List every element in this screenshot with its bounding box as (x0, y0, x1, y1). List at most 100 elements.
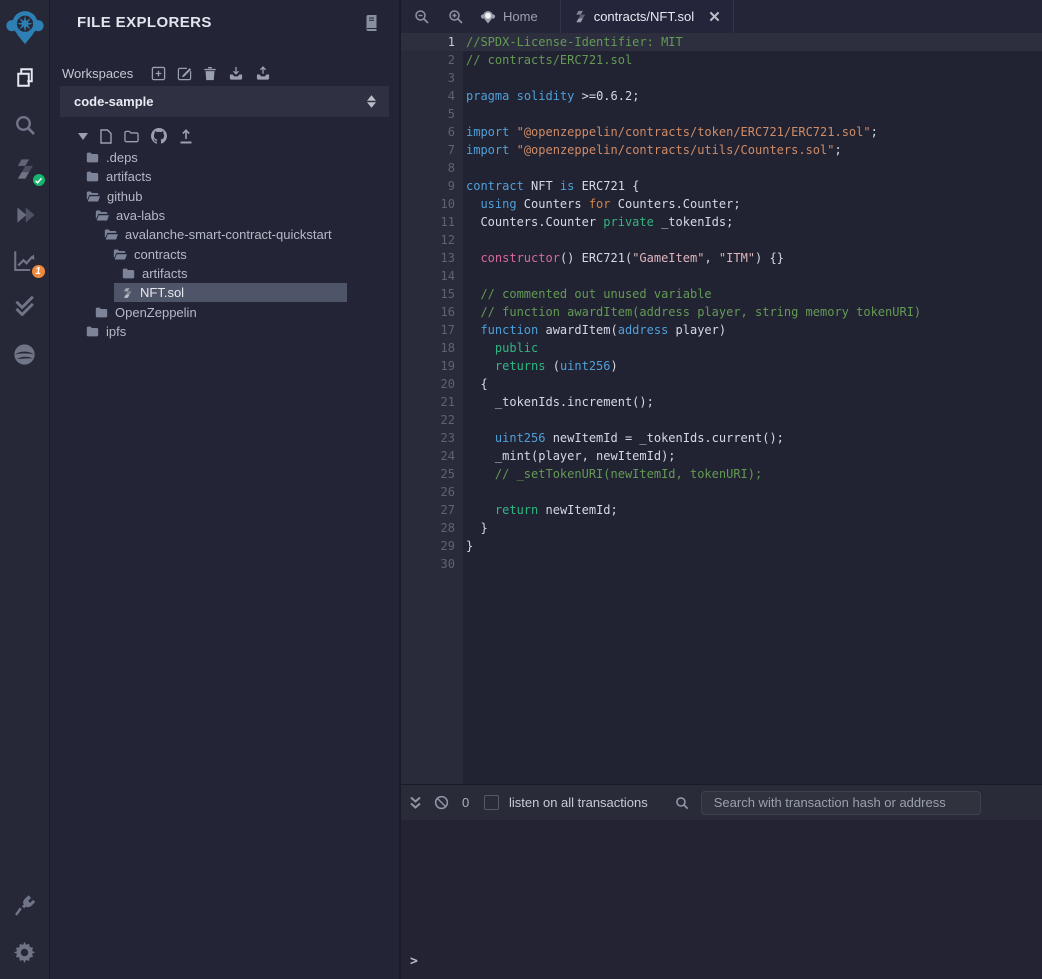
clear-console-button[interactable] (434, 795, 449, 810)
main-area: Home contracts/NFT.sol 1//SPDX-License-I… (401, 0, 1042, 979)
folder-icon (122, 267, 135, 280)
close-tab-icon[interactable] (709, 11, 720, 22)
folder-icon (86, 325, 99, 338)
tree-item-contracts[interactable]: contracts (105, 244, 347, 263)
restore-workspace-button[interactable] (255, 66, 271, 81)
code-line[interactable]: 20 { (401, 375, 1042, 393)
code-line[interactable]: 10 using Counters for Counters.Counter; (401, 195, 1042, 213)
open-folder-icon (86, 190, 100, 203)
code-line[interactable]: 19 returns (uint256) (401, 357, 1042, 375)
tree-item-openzeppelin[interactable]: OpenZeppelin (87, 302, 347, 321)
sidebar-item-plugin-sphere[interactable] (10, 339, 40, 369)
folder-icon (86, 151, 99, 164)
code-line[interactable]: 14 (401, 267, 1042, 285)
delete-workspace-button[interactable] (203, 66, 217, 81)
download-workspace-button[interactable] (228, 66, 244, 81)
code-line[interactable]: 5 (401, 105, 1042, 123)
code-line[interactable]: 24 _mint(player, newItemId); (401, 447, 1042, 465)
tree-item-ava-labs[interactable]: ava-labs (87, 206, 347, 225)
code-line[interactable]: 1//SPDX-License-Identifier: MIT (401, 33, 1042, 51)
code-line[interactable]: 6import "@openzeppelin/contracts/token/E… (401, 123, 1042, 141)
code-line[interactable]: 3 (401, 69, 1042, 87)
code-line[interactable]: 29} (401, 537, 1042, 555)
new-file-button[interactable] (100, 129, 112, 144)
code-line[interactable]: 25 // _setTokenURI(newItemId, tokenURI); (401, 465, 1042, 483)
new-folder-button[interactable] (124, 130, 139, 143)
sidebar-item-solidity-compiler[interactable] (10, 154, 40, 184)
line-number: 3 (401, 69, 455, 87)
line-content: // commented out unused variable (455, 287, 712, 301)
tree-item-label: artifacts (142, 266, 188, 281)
code-line[interactable]: 28 } (401, 519, 1042, 537)
upload-file-button[interactable] (179, 129, 193, 144)
sidebar-item-plugin-manager[interactable] (10, 891, 40, 921)
zoom-in-button[interactable] (448, 9, 464, 25)
tree-item-artifacts[interactable]: artifacts (78, 167, 347, 186)
code-line[interactable]: 23 uint256 newItemId = _tokenIds.current… (401, 429, 1042, 447)
workspaces-label: Workspaces (62, 66, 133, 81)
code-line[interactable]: 9contract NFT is ERC721 { (401, 177, 1042, 195)
remix-ide-window: 1 FILE EXPLORERS Workspaces (0, 0, 1042, 979)
transaction-search-input[interactable] (701, 791, 981, 815)
line-number: 21 (401, 393, 455, 411)
code-line[interactable]: 16 // function awardItem(address player,… (401, 303, 1042, 321)
line-content (455, 107, 466, 121)
code-line[interactable]: 22 (401, 411, 1042, 429)
terminal-output[interactable]: > (401, 820, 1042, 979)
rename-workspace-button[interactable] (177, 66, 192, 81)
tree-item-label: ava-labs (116, 208, 165, 223)
sidebar-item-deploy-run[interactable] (10, 200, 40, 230)
double-chevron-down-icon (409, 796, 422, 810)
github-import-button[interactable] (151, 128, 167, 144)
tree-item-avalanche-smart-contract-quickstart[interactable]: avalanche-smart-contract-quickstart (96, 225, 347, 244)
listen-transactions-checkbox[interactable] (484, 795, 499, 810)
folder-icon (122, 267, 135, 280)
workspaces-row: Workspaces (50, 64, 399, 82)
book-icon[interactable] (364, 15, 379, 36)
code-line[interactable]: 15 // commented out unused variable (401, 285, 1042, 303)
line-content: } (455, 539, 473, 553)
code-editor[interactable]: 1//SPDX-License-Identifier: MIT2// contr… (401, 33, 1042, 784)
sidebar-item-analytics[interactable]: 1 (10, 246, 40, 276)
code-line[interactable]: 8 (401, 159, 1042, 177)
code-line[interactable]: 12 (401, 231, 1042, 249)
code-line[interactable]: 13 constructor() ERC721("GameItem", "ITM… (401, 249, 1042, 267)
tab-contracts-nft-sol[interactable]: contracts/NFT.sol (560, 0, 734, 33)
tree-item--deps[interactable]: .deps (78, 148, 347, 167)
workspace-select[interactable]: code-sample (60, 86, 389, 117)
sidebar-item-settings[interactable] (10, 937, 40, 967)
code-line[interactable]: 26 (401, 483, 1042, 501)
add-workspace-button[interactable] (151, 66, 166, 81)
zoom-out-button[interactable] (414, 9, 430, 25)
tab-home[interactable]: Home (480, 0, 560, 33)
new-file-icon (100, 129, 112, 144)
code-line[interactable]: 17 function awardItem(address player) (401, 321, 1042, 339)
zoom-controls (401, 0, 464, 33)
tree-item-ipfs[interactable]: ipfs (78, 322, 347, 341)
tree-item-label: avalanche-smart-contract-quickstart (125, 227, 332, 242)
double-check-icon (13, 296, 37, 316)
listen-transactions-label: listen on all transactions (509, 795, 648, 810)
sidebar-item-search[interactable] (10, 110, 40, 140)
icon-bar: 1 (0, 0, 50, 979)
expand-terminal-button[interactable] (409, 796, 422, 810)
remix-logo[interactable] (2, 4, 48, 50)
tree-item-nft-sol[interactable]: NFT.sol (114, 283, 347, 302)
code-line[interactable]: 2// contracts/ERC721.sol (401, 51, 1042, 69)
ban-icon (434, 795, 449, 810)
tree-item-artifacts[interactable]: artifacts (114, 264, 347, 283)
code-line[interactable]: 11 Counters.Counter private _tokenIds; (401, 213, 1042, 231)
code-line[interactable]: 27 return newItemId; (401, 501, 1042, 519)
remix-logo-icon (4, 6, 46, 48)
code-line[interactable]: 30 (401, 555, 1042, 573)
code-line[interactable]: 21 _tokenIds.increment(); (401, 393, 1042, 411)
collapse-tree-button[interactable] (78, 133, 88, 140)
folder-icon (86, 170, 99, 183)
code-line[interactable]: 7import "@openzeppelin/contracts/utils/C… (401, 141, 1042, 159)
tree-item-github[interactable]: github (78, 187, 347, 206)
code-line[interactable]: 4pragma solidity >=0.6.2; (401, 87, 1042, 105)
code-line[interactable]: 18 public (401, 339, 1042, 357)
sidebar-item-file-explorer[interactable] (10, 64, 40, 94)
sidebar-item-unit-testing[interactable] (10, 291, 40, 321)
line-number: 14 (401, 267, 455, 285)
